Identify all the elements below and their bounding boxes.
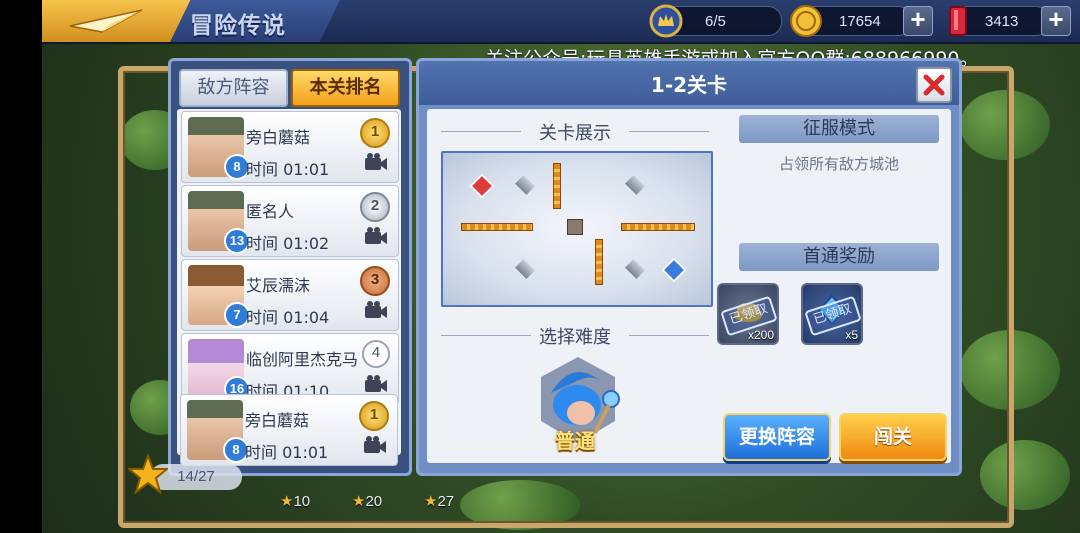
- silver-medal-icon: 2: [360, 192, 390, 222]
- mode-title: 征服模式: [739, 115, 939, 143]
- change-lineup-button[interactable]: 更换阵容: [723, 413, 831, 461]
- clear-time: 时间 01:04: [246, 308, 330, 327]
- stage-preview-map[interactable]: [441, 151, 713, 307]
- red-base-icon: [469, 173, 495, 199]
- center-tower-icon: [567, 219, 583, 235]
- divider: [629, 335, 709, 336]
- divider: [629, 131, 709, 132]
- milestone-value: 27: [437, 493, 455, 510]
- player-name: 艾辰濡沫: [246, 276, 311, 295]
- mode-description: 占领所有敌方城池: [778, 155, 899, 173]
- blue-base-icon: [661, 257, 687, 283]
- divider: [441, 335, 531, 336]
- wall-segment: [553, 163, 561, 209]
- gold-medal-icon: 1: [360, 118, 390, 148]
- stage-title: 1-2关卡: [650, 73, 728, 97]
- gem-value: 3413: [985, 13, 1019, 30]
- tab-stage-ranking[interactable]: 本关排名: [291, 69, 400, 107]
- add-gold-button[interactable]: +: [903, 6, 933, 36]
- rock-icon: [515, 259, 535, 279]
- divider: [441, 131, 521, 132]
- player-name: 旁白蘑菇: [245, 411, 310, 430]
- clear-time: 时间 01:01: [246, 160, 330, 179]
- small-star-icon: ★: [352, 493, 366, 510]
- ranking-row[interactable]: 8 旁白蘑菇 时间 01:01 1: [181, 111, 399, 183]
- start-battle-button[interactable]: 闯关: [839, 413, 947, 461]
- star-icon: [128, 454, 168, 494]
- milestone-value: 20: [365, 493, 383, 510]
- crystal-reward-item[interactable]: 已领取 x5: [801, 283, 863, 345]
- ranking-row[interactable]: 13 匿名人 时间 01:02 2: [181, 185, 399, 257]
- wall-segment: [461, 223, 533, 231]
- stage-detail-panel: 1-2关卡 关卡展示 征服模式 占领所有敌方城池 首通奖励 已领取 x200 已…: [416, 58, 962, 476]
- add-gem-button[interactable]: +: [1041, 6, 1071, 36]
- gold-reward-item[interactable]: 已领取 x200: [717, 283, 779, 345]
- gold-coin-icon: [790, 5, 822, 37]
- preview-title: 关卡展示: [539, 123, 611, 144]
- reward-quantity: x5: [845, 328, 858, 342]
- reward-title: 首通奖励: [739, 243, 939, 271]
- difficulty-title: 选择难度: [539, 327, 611, 348]
- star-milestone[interactable]: ★20: [352, 492, 382, 510]
- paper-plane-icon[interactable]: [62, 6, 162, 36]
- video-replay-icon[interactable]: [364, 152, 388, 172]
- player-name: 临创阿里杰克马: [246, 350, 359, 369]
- rank-number: 4: [362, 340, 390, 368]
- gold-value: 17654: [839, 13, 881, 30]
- stamina-value: 6/5: [705, 13, 726, 30]
- red-gem-icon: [949, 6, 967, 36]
- gold-counter: 17654 +: [790, 5, 933, 37]
- page-title: 冒险传说: [190, 13, 286, 39]
- rock-icon: [625, 175, 645, 195]
- wall-segment: [595, 239, 603, 285]
- small-star-icon: ★: [280, 493, 294, 510]
- gem-counter: 3413 +: [949, 6, 1071, 36]
- rock-icon: [515, 175, 535, 195]
- difficulty-label: 普通: [555, 429, 595, 453]
- star-milestone[interactable]: ★27: [424, 492, 454, 510]
- bronze-medal-icon: 3: [360, 266, 390, 296]
- my-ranking-row[interactable]: 8 旁白蘑菇 时间 01:01 1: [180, 394, 398, 466]
- player-name: 旁白蘑菇: [246, 128, 311, 147]
- milestone-value: 10: [293, 493, 311, 510]
- wall-segment: [621, 223, 695, 231]
- screen-edge: [0, 0, 42, 533]
- ranking-row[interactable]: 7 艾辰濡沫 时间 01:04 3: [181, 259, 399, 331]
- reward-quantity: x200: [747, 328, 774, 342]
- video-replay-icon[interactable]: [364, 300, 388, 320]
- gold-medal-icon: 1: [359, 401, 389, 431]
- video-replay-icon[interactable]: [364, 374, 388, 394]
- crown-badge-icon: [649, 4, 683, 38]
- small-star-icon: ★: [424, 493, 438, 510]
- panel-body: 关卡展示 征服模式 占领所有敌方城池 首通奖励 已领取 x200 已领取 x5 …: [427, 109, 951, 463]
- close-icon[interactable]: [916, 67, 952, 103]
- rock-icon: [625, 259, 645, 279]
- video-replay-icon[interactable]: [363, 435, 387, 455]
- tab-enemy-lineup[interactable]: 敌方阵容: [179, 69, 288, 107]
- stamina-counter: 6/5: [649, 4, 782, 38]
- star-milestone[interactable]: ★10: [280, 492, 310, 510]
- clear-time: 时间 01:01: [245, 443, 329, 462]
- player-name: 匿名人: [246, 202, 295, 221]
- video-replay-icon[interactable]: [364, 226, 388, 246]
- clear-time: 时间 01:02: [246, 234, 330, 253]
